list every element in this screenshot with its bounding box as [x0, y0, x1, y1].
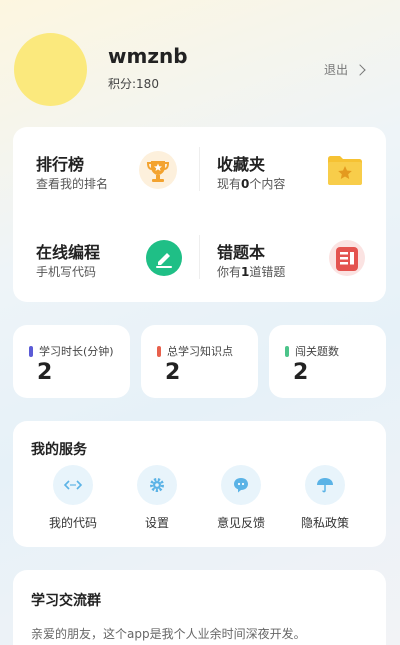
feature-online-coding[interactable]: 在线编程 手机写代码 [13, 215, 199, 302]
stat-value: 2 [293, 360, 309, 385]
logout-button[interactable]: 退出 [323, 61, 366, 78]
service-label: 意见反馈 [216, 516, 265, 530]
feature-subtitle: 现有0个内容 [217, 177, 286, 191]
avatar[interactable] [14, 33, 87, 106]
stat-levels[interactable]: 闯关题数 2 [269, 325, 386, 398]
chevron-right-icon [354, 63, 366, 76]
feature-title: 收藏夹 [217, 155, 266, 174]
code-icon [53, 465, 93, 505]
stat-study-time[interactable]: 学习时长(分钟) 2 [13, 325, 130, 398]
stat-label: 闯关题数 [285, 343, 339, 359]
notebook-icon [329, 240, 365, 276]
chat-icon [221, 465, 261, 505]
stat-dot [285, 345, 289, 357]
feature-title: 排行榜 [36, 155, 85, 174]
logout-label: 退出 [323, 63, 348, 77]
stat-value: 2 [37, 360, 53, 385]
stat-value: 2 [165, 360, 181, 385]
username: wmznb [108, 44, 188, 68]
trophy-icon [139, 151, 177, 189]
service-label: 设置 [144, 516, 169, 530]
profile-header: wmznb 积分:180 退出 [0, 0, 400, 125]
gear-icon [137, 465, 177, 505]
feature-favorites[interactable]: 收藏夹 现有0个内容 [200, 127, 386, 214]
stat-dot [157, 345, 161, 357]
stat-dot [29, 345, 33, 357]
points-label: 积分:180 [108, 77, 159, 91]
service-feedback[interactable]: 意见反馈 [206, 465, 276, 531]
folder-icon [328, 156, 362, 185]
feature-leaderboard[interactable]: 排行榜 查看我的排名 [13, 127, 199, 214]
services-title: 我的服务 [31, 442, 87, 458]
service-privacy[interactable]: 隐私政策 [290, 465, 360, 531]
feature-subtitle: 查看我的排名 [36, 177, 109, 191]
service-label: 我的代码 [48, 516, 97, 530]
study-group-desc: 亲爱的朋友，这个app是我个人业余时间深夜开发。 [31, 627, 306, 641]
services-card: 我的服务 我的代码 设置 意见反馈 隐私政策 [13, 421, 386, 547]
feature-title: 在线编程 [36, 243, 101, 262]
edit-icon [146, 240, 182, 276]
study-group-card: 学习交流群 亲爱的朋友，这个app是我个人业余时间深夜开发。 [13, 570, 386, 645]
study-group-title: 学习交流群 [31, 593, 101, 609]
stat-label: 学习时长(分钟) [29, 343, 114, 359]
feature-mistakes[interactable]: 错题本 你有1道错题 [200, 215, 386, 302]
stat-label: 总学习知识点 [157, 343, 233, 359]
stat-knowledge-points[interactable]: 总学习知识点 2 [141, 325, 258, 398]
feature-title: 错题本 [217, 243, 266, 262]
service-my-code[interactable]: 我的代码 [38, 465, 108, 531]
feature-subtitle: 你有1道错题 [217, 265, 286, 279]
service-label: 隐私政策 [300, 516, 349, 530]
service-settings[interactable]: 设置 [122, 465, 192, 531]
features-card: 排行榜 查看我的排名 收藏夹 现有0个内容 在线编程 手机写代码 错题本 你有1… [13, 127, 386, 302]
umbrella-icon [305, 465, 345, 505]
feature-subtitle: 手机写代码 [36, 265, 97, 279]
